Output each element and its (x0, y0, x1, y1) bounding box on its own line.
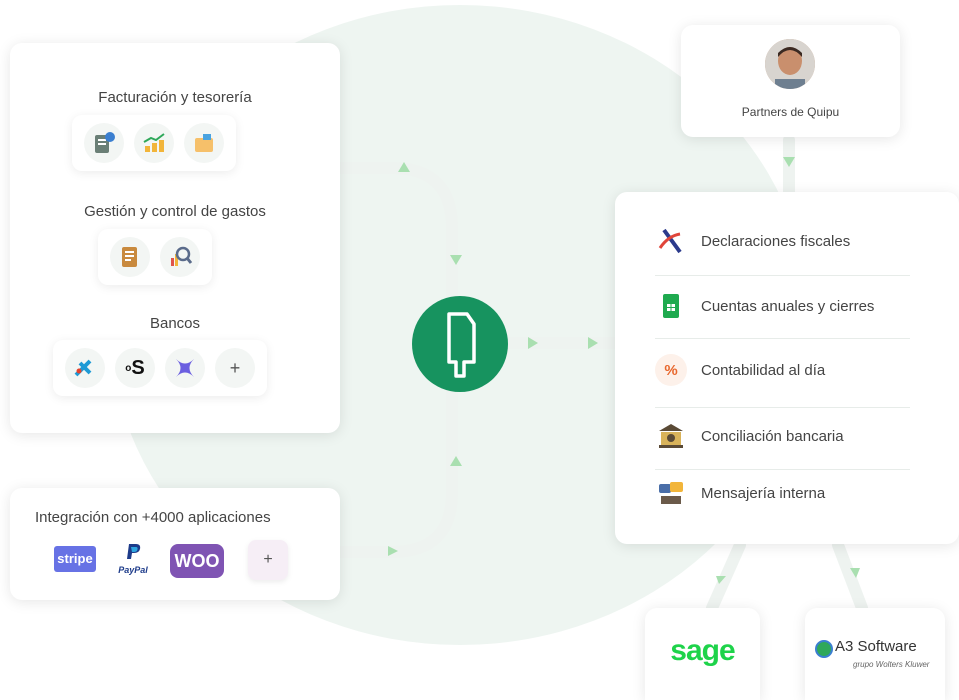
expenses-title: Gestión y control de gastos (84, 203, 266, 220)
folder-icon[interactable] (184, 123, 224, 163)
partners-label: Partners de Quipu (741, 105, 840, 119)
a3-logo-icon (815, 640, 833, 658)
services-card: Declaraciones fiscales Cuentas anuales y… (615, 192, 959, 544)
integrations-title: Integración con +4000 aplicaciones (35, 509, 271, 526)
woocommerce-logo[interactable]: WOO (170, 544, 224, 578)
person-icon (765, 39, 815, 89)
a3-title: A3 Software (835, 638, 917, 655)
billing-icons (72, 115, 236, 171)
paypal-icon (127, 544, 141, 559)
service-item[interactable]: % Contabilidad al día (655, 345, 910, 395)
bank-icon (655, 420, 687, 452)
bbva-style-bank-icon[interactable] (165, 348, 205, 388)
chat-icon (655, 477, 687, 509)
caixabank-icon[interactable] (65, 348, 105, 388)
divider (655, 275, 910, 276)
banks-title: Bancos (149, 315, 201, 332)
integrations-card: Integración con +4000 aplicaciones strip… (10, 488, 340, 600)
paypal-label: PayPal (118, 565, 148, 575)
sage-card[interactable]: sage (645, 608, 760, 700)
stripe-logo[interactable]: stripe (54, 546, 96, 572)
expenses-icons (98, 229, 212, 285)
percent-icon: % (655, 354, 687, 386)
features-card: Facturación y tesorería Gestión y contro… (10, 43, 340, 433)
service-item[interactable]: Cuentas anuales y cierres (655, 281, 910, 331)
add-bank-button[interactable]: + (215, 348, 255, 388)
a3-subtitle: grupo Wolters Kluwer (853, 660, 930, 669)
receipt-icon[interactable] (110, 237, 150, 277)
service-item[interactable]: Declaraciones fiscales (655, 216, 910, 266)
growth-coins-icon[interactable] (134, 123, 174, 163)
service-item[interactable]: Conciliación bancaria (655, 411, 910, 461)
add-integration-button[interactable]: + (248, 540, 288, 580)
analytics-magnifier-icon[interactable] (160, 237, 200, 277)
quipu-mark-icon (447, 312, 476, 378)
divider (655, 338, 910, 339)
quipu-logo (412, 296, 508, 392)
sabadell-icon[interactable]: oS (115, 348, 155, 388)
sage-logo: sage (670, 634, 735, 667)
billing-title: Facturación y tesorería (98, 89, 252, 106)
banks-icons: oS + (53, 340, 267, 396)
partner-avatar (765, 39, 815, 89)
tax-icon (655, 225, 687, 257)
a3-card[interactable]: A3 Software grupo Wolters Kluwer (805, 608, 945, 700)
divider (655, 407, 910, 408)
paypal-logo[interactable]: PayPal (110, 542, 156, 578)
partners-card: Partners de Quipu (681, 25, 900, 137)
service-item[interactable]: Mensajería interna (655, 468, 910, 518)
spreadsheet-icon (655, 290, 687, 322)
invoice-icon[interactable] (84, 123, 124, 163)
